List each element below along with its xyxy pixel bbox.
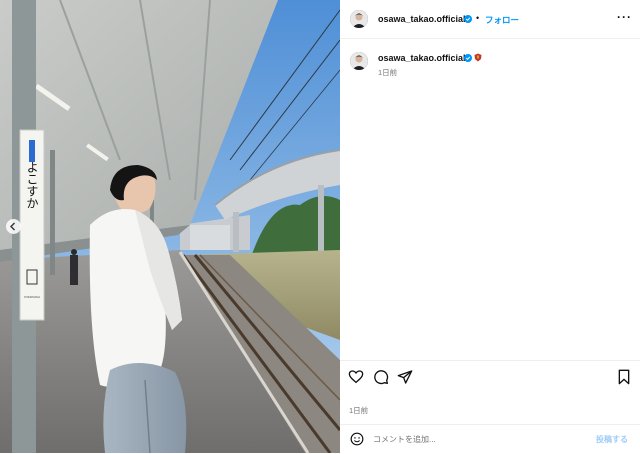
post-side-panel: osawa_takao.official • フォロー ··· osawa_ta… xyxy=(340,0,640,453)
instagram-post: よこすか YOKOSUKA osawa_takao.official • フォロ… xyxy=(0,0,640,453)
paper-plane-icon[interactable] xyxy=(397,369,413,385)
action-bar xyxy=(340,360,640,393)
profile-photo xyxy=(350,52,368,70)
chevron-left-icon xyxy=(10,222,15,231)
post-comment-button[interactable]: 投稿する xyxy=(596,434,628,445)
post-timestamp[interactable]: 1日前 xyxy=(349,405,368,416)
follow-button[interactable]: フォロー xyxy=(485,14,519,26)
post-header: osawa_takao.official • フォロー ··· xyxy=(340,0,640,39)
comment-input[interactable] xyxy=(373,430,593,448)
more-options-icon[interactable]: ··· xyxy=(617,10,632,24)
avatar[interactable] xyxy=(350,10,368,28)
station-sign-text: よこすか xyxy=(25,161,39,209)
header-separator: • xyxy=(476,13,480,23)
heart-icon[interactable] xyxy=(348,369,364,385)
comment-bar: 投稿する xyxy=(340,424,640,454)
verified-badge-icon xyxy=(464,15,472,23)
comment-bubble-icon[interactable] xyxy=(373,369,389,385)
caption-avatar[interactable] xyxy=(350,52,368,70)
emoji-icon[interactable] xyxy=(350,432,364,446)
caption-username[interactable]: osawa_takao.official xyxy=(378,53,466,63)
previous-arrow-button[interactable] xyxy=(6,219,21,234)
bookmark-icon[interactable] xyxy=(616,369,632,385)
svg-text:YOKOSUKA: YOKOSUKA xyxy=(24,295,41,299)
profile-photo xyxy=(350,10,368,28)
shield-emoji-icon xyxy=(474,53,482,62)
station-platform-image: よこすか YOKOSUKA xyxy=(0,0,340,453)
caption-timestamp[interactable]: 1日前 xyxy=(378,67,397,78)
header-username[interactable]: osawa_takao.official xyxy=(378,14,466,24)
post-photo[interactable]: よこすか YOKOSUKA xyxy=(0,0,340,453)
verified-badge-icon xyxy=(464,54,472,62)
